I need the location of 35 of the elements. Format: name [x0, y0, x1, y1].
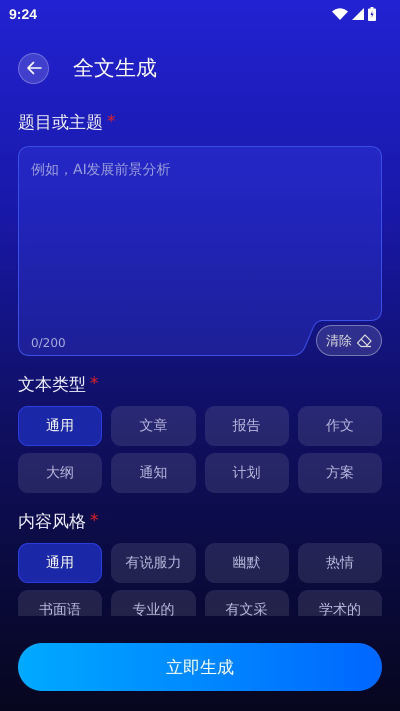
signal-icon [352, 8, 364, 20]
required-asterisk: * [90, 374, 98, 394]
clear-button[interactable]: 清除 [316, 325, 382, 356]
section-label: 文本类型 [18, 374, 86, 396]
required-asterisk: * [90, 511, 98, 531]
option-chip[interactable]: 热情 [298, 543, 382, 583]
required-asterisk: * [107, 112, 116, 132]
wifi-icon [332, 8, 348, 20]
page-title: 全文生成 [73, 55, 157, 82]
eraser-icon [356, 334, 372, 348]
option-chip[interactable]: 专业的 [111, 590, 196, 616]
battery-icon [368, 7, 376, 21]
option-chip[interactable]: 学术的 [298, 590, 382, 616]
section-label: 内容风格 [18, 510, 86, 532]
option-chip[interactable]: 计划 [204, 453, 289, 493]
back-button[interactable] [18, 52, 49, 84]
option-chip[interactable]: 有文采 [204, 590, 289, 616]
option-chip[interactable]: 大纲 [18, 453, 102, 493]
field-label: 题目或主题 [18, 112, 103, 134]
option-chip[interactable]: 通知 [111, 453, 196, 493]
topic-placeholder: 例如，AI发展前景分析 [31, 161, 171, 179]
generate-button[interactable]: 立即生成 [18, 643, 382, 691]
option-chip[interactable]: 方案 [298, 453, 382, 493]
option-chip[interactable]: 报告 [204, 406, 289, 446]
option-chip[interactable]: 书面语 [18, 590, 102, 616]
option-chip[interactable]: 作文 [298, 406, 382, 446]
option-chip[interactable]: 幽默 [204, 543, 289, 583]
character-counter: 0/200 [31, 336, 66, 350]
option-chip[interactable]: 通用 [18, 406, 102, 446]
back-arrow-icon [26, 61, 42, 75]
option-chip[interactable]: 文章 [111, 406, 196, 446]
option-chip[interactable]: 有说服力 [111, 543, 196, 583]
status-time: 9:24 [9, 6, 38, 22]
topic-input-field[interactable]: 例如，AI发展前景分析 0/200 清除 [18, 146, 382, 356]
option-chip[interactable]: 通用 [18, 543, 102, 583]
